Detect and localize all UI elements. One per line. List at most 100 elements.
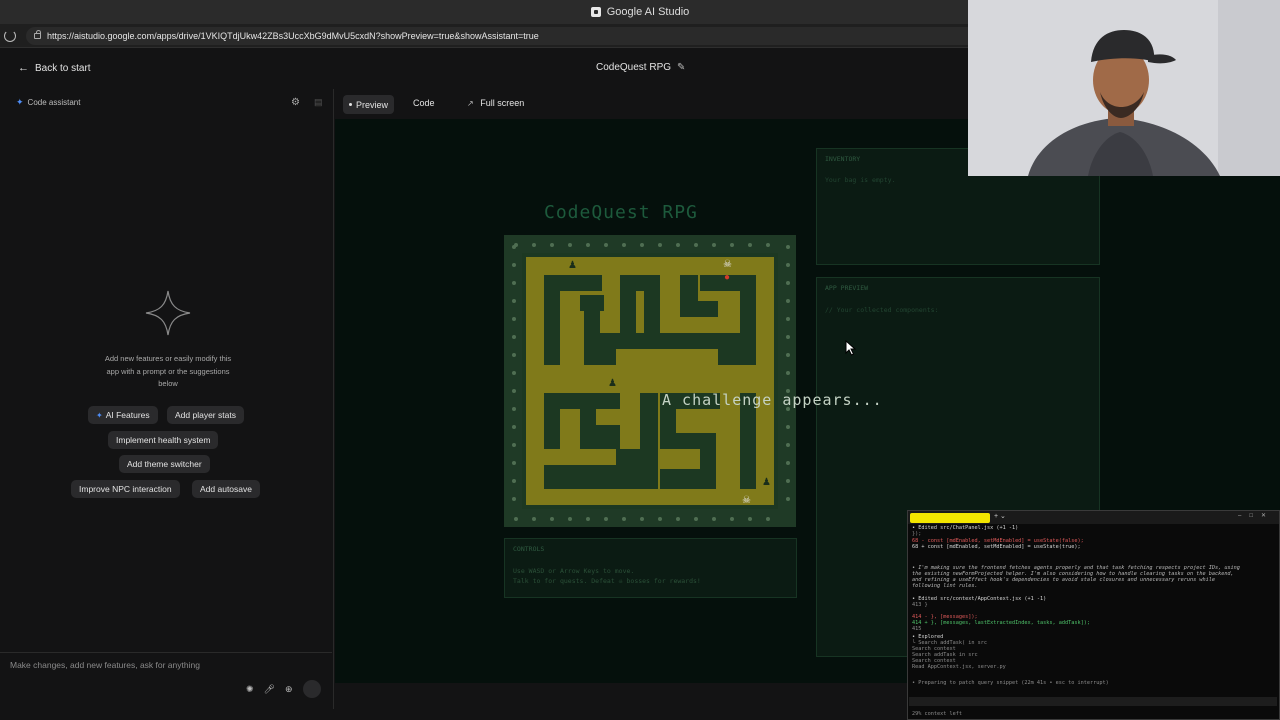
pellet bbox=[712, 243, 716, 247]
maze-wall bbox=[660, 409, 676, 449]
maze-wall bbox=[660, 469, 700, 489]
pellet bbox=[512, 353, 516, 357]
url-text: https://aistudio.google.com/apps/drive/1… bbox=[47, 30, 539, 41]
terminal-line: • Edited src/ChatPanel.jsx (+1 -1) bbox=[912, 525, 1019, 531]
pellet bbox=[640, 243, 644, 247]
terminal-line: 414 + }, [messages, lastExtractedIndex, … bbox=[912, 620, 1091, 626]
maze-wall bbox=[544, 393, 620, 409]
pellet bbox=[512, 479, 516, 483]
maze-wall bbox=[740, 275, 756, 365]
pellet bbox=[786, 443, 790, 447]
pellet bbox=[622, 517, 626, 521]
back-label: Back to start bbox=[35, 62, 91, 74]
maze-wall bbox=[636, 275, 660, 291]
pellet bbox=[512, 407, 516, 411]
chip-label: Implement health system bbox=[116, 435, 211, 445]
terminal-input[interactable] bbox=[909, 697, 1277, 706]
pencil-icon[interactable]: ✎ bbox=[677, 62, 685, 73]
maze-wall bbox=[580, 295, 604, 311]
pellet bbox=[586, 243, 590, 247]
window-controls[interactable]: –□✕ bbox=[1238, 512, 1274, 519]
maze-wall bbox=[616, 449, 640, 489]
pellet bbox=[786, 281, 790, 285]
terminal-line: 415 bbox=[912, 626, 922, 632]
pellet bbox=[512, 389, 516, 393]
maze-wall bbox=[680, 275, 698, 317]
pellet bbox=[786, 497, 790, 501]
npc-sprite: ♟ bbox=[762, 477, 771, 488]
tab-code[interactable]: Code bbox=[413, 98, 435, 108]
back-to-start-button[interactable]: ← Back to start bbox=[10, 57, 99, 79]
terminal-line: • Edited src/context/AppContext.jsx (+1 … bbox=[912, 596, 1047, 602]
pellet bbox=[568, 243, 572, 247]
sparkle-icon: ✦ bbox=[16, 97, 24, 107]
tab-preview[interactable]: Preview bbox=[343, 95, 395, 114]
pellet bbox=[512, 281, 516, 285]
pellet bbox=[694, 243, 698, 247]
pellet bbox=[512, 371, 516, 375]
pellet bbox=[694, 517, 698, 521]
code-assistant-label: ✦ Code assistant bbox=[16, 97, 80, 108]
maze-wall bbox=[644, 291, 660, 333]
controls-line-2: Talk to for quests. Defeat ☠ bosses for … bbox=[513, 577, 701, 585]
terminal-tab[interactable] bbox=[910, 513, 990, 523]
send-button[interactable] bbox=[302, 680, 321, 698]
chip-add-player-stats[interactable]: Add player stats bbox=[167, 406, 244, 424]
collapse-panel-icon[interactable]: ▤ bbox=[314, 97, 323, 108]
pellet bbox=[786, 245, 790, 249]
new-tab-icon[interactable]: + ⌄ bbox=[994, 512, 1006, 520]
app-preview-title: APP PREVIEW bbox=[825, 284, 869, 292]
app-title-text: CodeQuest RPG bbox=[596, 62, 672, 73]
chip-label: Add player stats bbox=[175, 410, 236, 420]
prompt-toolbar: ✺ 🎤︎ ⊕ bbox=[246, 680, 321, 698]
assistant-panel bbox=[0, 89, 334, 709]
chip-implement-health-system[interactable]: Implement health system bbox=[108, 431, 219, 449]
window-title: Google AI Studio bbox=[606, 6, 690, 18]
chip-add-autosave[interactable]: Add autosave bbox=[192, 480, 260, 498]
pellet bbox=[512, 497, 516, 501]
terminal-line: }); bbox=[912, 531, 922, 537]
prompt-input[interactable]: Make changes, add new features, ask for … bbox=[10, 660, 200, 670]
ai-studio-favicon-icon bbox=[590, 7, 601, 17]
chip-ai-features[interactable]: ✦ AI Features bbox=[88, 406, 158, 424]
pellet bbox=[512, 443, 516, 447]
assistant-help-text: Add new features or easily modify this a… bbox=[104, 354, 232, 388]
maze-wall bbox=[620, 275, 636, 333]
maze-wall bbox=[660, 333, 718, 349]
pellet bbox=[786, 425, 790, 429]
pellet bbox=[786, 317, 790, 321]
microphone-icon[interactable]: 🎤︎ bbox=[264, 684, 275, 695]
chip-label: AI Features bbox=[105, 410, 150, 420]
boss-sprite: ☠ bbox=[723, 259, 732, 270]
pellet bbox=[512, 245, 516, 249]
terminal-line: 29% context left bbox=[912, 711, 962, 717]
maze-wall bbox=[544, 465, 620, 489]
pellet bbox=[748, 517, 752, 521]
url-field[interactable]: https://aistudio.google.com/apps/drive/1… bbox=[26, 26, 986, 45]
pellet bbox=[550, 243, 554, 247]
mouse-cursor-icon bbox=[845, 340, 857, 356]
app-preview-code: // Your collected components: bbox=[825, 306, 939, 314]
reload-icon[interactable] bbox=[4, 29, 16, 42]
pellet bbox=[676, 517, 680, 521]
controls-line-1: Use WASD or Arrow Keys to move. bbox=[513, 567, 635, 575]
gear-icon[interactable]: ⚙ bbox=[291, 97, 300, 108]
magic-wand-icon[interactable]: ✺ bbox=[246, 684, 254, 695]
maze-wall bbox=[560, 275, 602, 291]
app-title: CodeQuest RPG ✎ bbox=[596, 62, 685, 73]
chip-add-theme-switcher[interactable]: Add theme switcher bbox=[119, 455, 210, 473]
active-dot-icon bbox=[349, 103, 352, 106]
terminal-line: • Preparing to patch query snippet (22m … bbox=[912, 680, 1109, 686]
add-icon[interactable]: ⊕ bbox=[285, 684, 293, 695]
maze-wall bbox=[596, 425, 620, 449]
pellet bbox=[712, 517, 716, 521]
pellet bbox=[512, 461, 516, 465]
tab-full-screen[interactable]: ↗ Full screen bbox=[467, 98, 524, 108]
large-sparkle-icon bbox=[145, 290, 191, 336]
chip-label: Add autosave bbox=[200, 484, 252, 494]
pellet bbox=[658, 517, 662, 521]
chip-label: Improve NPC interaction bbox=[79, 484, 172, 494]
inventory-title: INVENTORY bbox=[825, 155, 861, 163]
chip-improve-npc-interaction[interactable]: Improve NPC interaction bbox=[71, 480, 180, 498]
maze-wall bbox=[580, 409, 596, 449]
